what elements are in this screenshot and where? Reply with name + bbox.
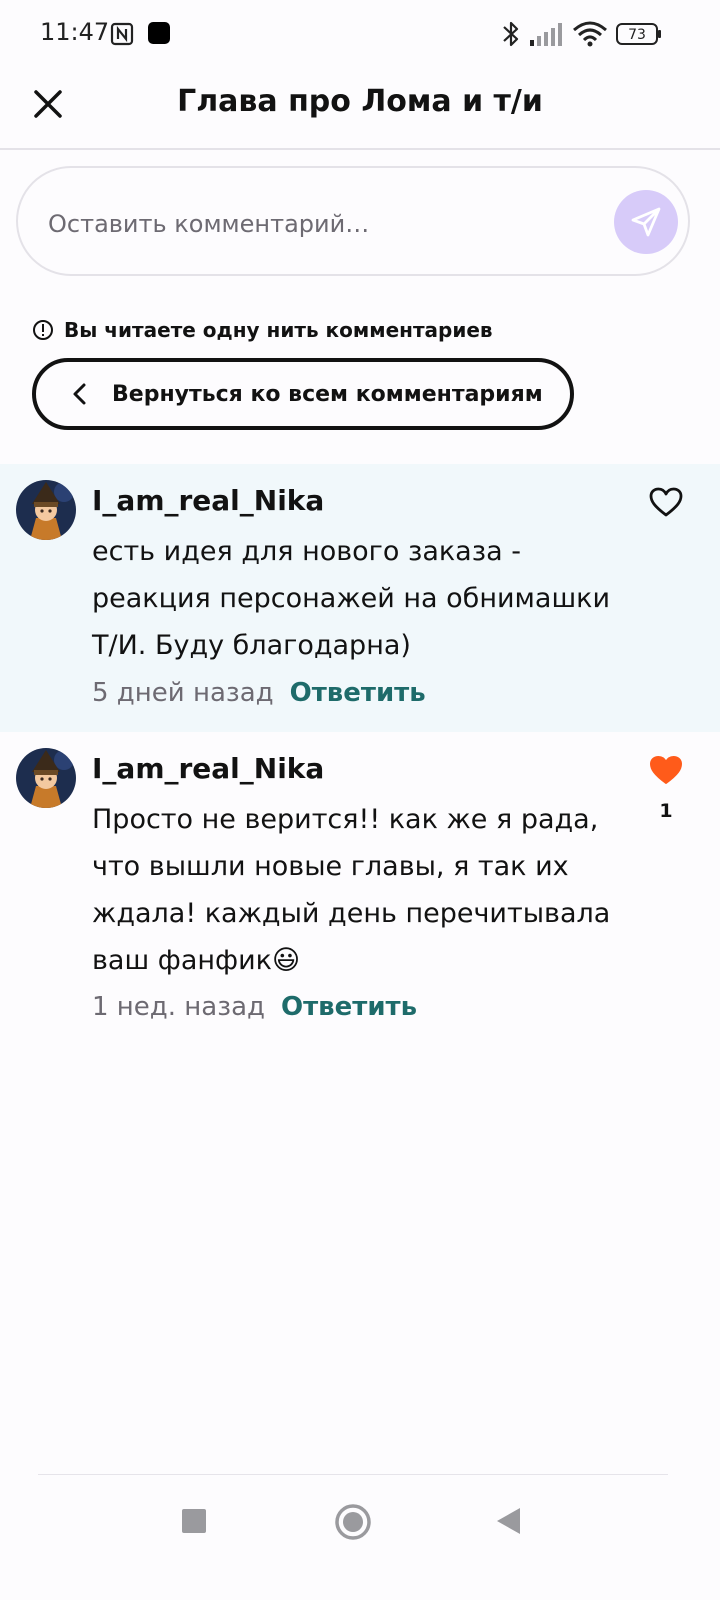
like-button[interactable] — [646, 482, 686, 522]
battery-level: 73 — [628, 27, 646, 43]
reply-button[interactable]: Ответить — [281, 992, 417, 1022]
comment-item: I_am_real_Nika есть идея для нового зака… — [0, 464, 720, 732]
signal-icon — [530, 23, 562, 46]
comment-timestamp: 5 дней назад — [92, 678, 274, 708]
comment-meta: 1 нед. назад Ответить — [92, 992, 417, 1022]
comment-text-line: реакция персонажей на обнимашки — [92, 583, 611, 614]
status-time: 11:47 — [40, 18, 110, 46]
comment-text: есть идея для нового заказа - реакция пе… — [92, 528, 612, 669]
thread-notice: Вы читаете одну нить комментариев — [32, 318, 493, 342]
system-nav-bar — [0, 1475, 720, 1600]
heart-filled-icon — [650, 756, 682, 784]
comment-timestamp: 1 нед. назад — [92, 992, 265, 1022]
like-count: 1 — [659, 800, 673, 822]
avatar-image — [16, 480, 76, 540]
reply-button[interactable]: Ответить — [290, 678, 426, 708]
comment-text-line: ждала! каждый день перечитывала — [92, 898, 611, 929]
wifi-icon — [573, 21, 607, 47]
back-button[interactable] — [494, 1505, 522, 1537]
comment-text-line: ваш фанфик😃 — [92, 945, 301, 976]
info-icon — [33, 320, 53, 340]
comment-text: Просто не верится!! как же я рада, что в… — [92, 796, 612, 984]
home-button[interactable] — [334, 1503, 372, 1541]
status-bar: 11:47 73 — [0, 0, 720, 70]
back-to-all-comments-label: Вернуться ко всем комментариям — [112, 381, 543, 407]
recent-apps-button[interactable] — [182, 1509, 206, 1533]
chevron-left-icon — [73, 383, 86, 405]
app-header: Глава про Лома и т/и — [0, 70, 720, 150]
comment-text-line: что вышли новые главы, я так их — [92, 851, 569, 882]
avatar[interactable] — [16, 748, 76, 808]
send-icon — [631, 207, 661, 237]
comment-input[interactable] — [48, 204, 588, 244]
comment-meta: 5 дней назад Ответить — [92, 678, 426, 708]
comment-input-container — [16, 166, 690, 276]
comment-item: I_am_real_Nika Просто не верится!! как ж… — [0, 732, 720, 1052]
comment-author[interactable]: I_am_real_Nika — [92, 752, 324, 785]
comment-text-line: Просто не верится!! как же я рада, — [92, 804, 599, 835]
avatar[interactable] — [16, 480, 76, 540]
avatar-image — [16, 748, 76, 808]
like-button[interactable] — [646, 750, 686, 790]
nfc-icon — [110, 22, 134, 46]
heart-outline-icon — [649, 487, 683, 517]
back-to-all-comments-button[interactable]: Вернуться ко всем комментариям — [32, 358, 574, 430]
comment-author[interactable]: I_am_real_Nika — [92, 484, 324, 517]
send-button[interactable] — [614, 190, 678, 254]
comment-text-line: Т/И. Буду благодарна) — [92, 630, 411, 661]
bluetooth-icon — [503, 21, 519, 47]
battery-icon: 73 — [616, 23, 661, 45]
thread-notice-text: Вы читаете одну нить комментариев — [64, 318, 493, 342]
comment-text-line: есть идея для нового заказа - — [92, 536, 521, 567]
page-title: Глава про Лома и т/и — [177, 84, 543, 119]
notification-icon — [148, 22, 170, 44]
